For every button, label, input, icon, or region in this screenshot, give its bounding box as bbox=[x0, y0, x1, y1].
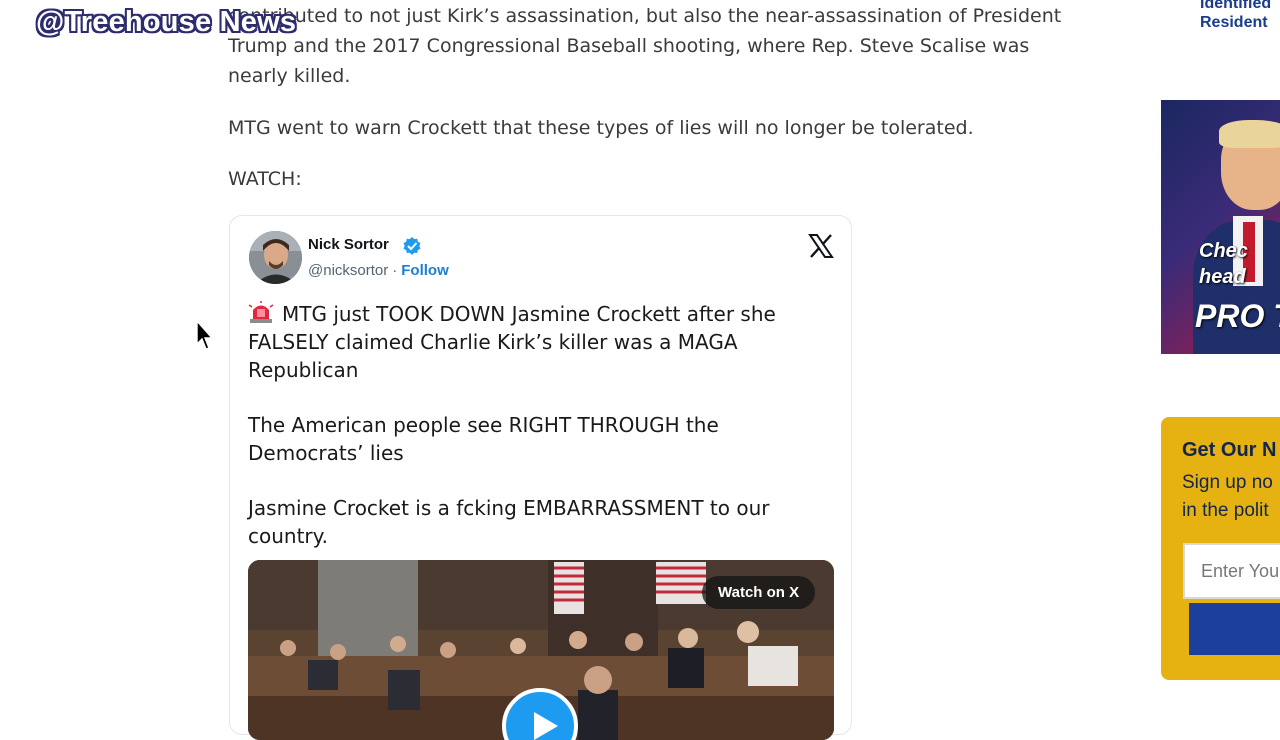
tweet-text: MTG just TOOK DOWN Jasmine Crockett afte… bbox=[248, 300, 828, 577]
ad-text-line: head bbox=[1199, 266, 1246, 288]
channel-watermark: @Treehouse News bbox=[36, 6, 297, 38]
embedded-tweet[interactable]: Nick Sortor @nicksortor · Follow MTG just … bbox=[229, 215, 852, 740]
tweet-text-line: MTG just TOOK DOWN Jasmine Crockett afte… bbox=[248, 300, 828, 384]
sidebar-related-link[interactable]: Identified Resident bbox=[1200, 0, 1280, 32]
follow-link[interactable]: Follow bbox=[401, 262, 449, 279]
article-paragraph: contributed to not just Kirk’s assassina… bbox=[228, 5, 1062, 87]
avatar-image bbox=[249, 231, 302, 284]
sidebar-ad-banner[interactable]: Chec head PRO T bbox=[1161, 100, 1280, 354]
siren-emoji-icon bbox=[248, 301, 274, 323]
article-paragraph-watch: WATCH: bbox=[228, 168, 302, 190]
newsletter-email-input[interactable]: Enter You bbox=[1183, 543, 1280, 599]
verified-badge-icon bbox=[403, 237, 421, 255]
tweet-text-line3: Jasmine Crocket is a fcking EMBARRASSMEN… bbox=[248, 496, 770, 548]
newsletter-description: Sign up no in the polit bbox=[1182, 469, 1280, 525]
tweet-video[interactable]: Watch on X bbox=[248, 560, 834, 740]
ad-figure-hair bbox=[1219, 120, 1280, 148]
avatar[interactable] bbox=[249, 231, 302, 284]
tweet-text-line2: The American people see RIGHT THROUGH th… bbox=[248, 413, 719, 465]
newsletter-title: Get Our N bbox=[1182, 439, 1277, 461]
tweet-handle[interactable]: @nicksortor bbox=[308, 262, 388, 279]
ad-text-headline: PRO T bbox=[1195, 298, 1280, 334]
ad-text-line: Chec bbox=[1199, 240, 1248, 262]
x-logo-icon[interactable] bbox=[808, 233, 834, 259]
newsletter-desc-line: Sign up no bbox=[1182, 472, 1273, 493]
tweet-text-line1: MTG just TOOK DOWN Jasmine Crockett afte… bbox=[248, 302, 776, 382]
newsletter-desc-line: in the polit bbox=[1182, 500, 1269, 521]
tweet-author-name[interactable]: Nick Sortor bbox=[308, 236, 389, 253]
article-paragraph: MTG went to warn Crockett that these typ… bbox=[228, 117, 974, 139]
watch-on-x-button[interactable]: Watch on X bbox=[702, 576, 816, 609]
newsletter-signup-box: Get Our N Sign up no in the polit Enter … bbox=[1161, 417, 1280, 680]
newsletter-submit-button[interactable] bbox=[1189, 603, 1280, 655]
mouse-cursor-icon bbox=[196, 320, 214, 350]
tweet-handle-row: @nicksortor · Follow bbox=[308, 262, 449, 279]
separator-dot: · bbox=[392, 262, 398, 279]
